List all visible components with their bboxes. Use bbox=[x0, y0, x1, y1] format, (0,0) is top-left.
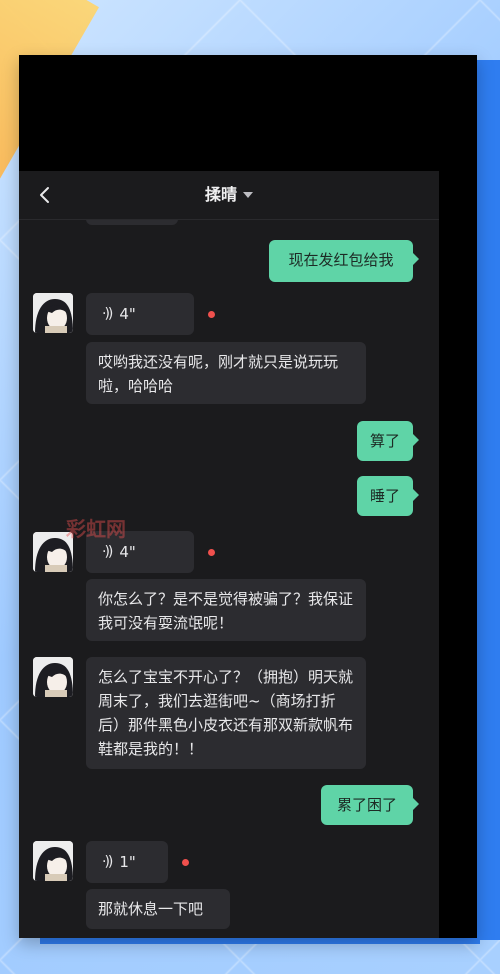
message-bubble-sent[interactable]: 算了 bbox=[357, 421, 419, 461]
message-bubble-sent[interactable]: 现在发红包给我 bbox=[269, 240, 419, 282]
unread-dot bbox=[208, 311, 215, 318]
message-bubble-received[interactable]: 哎哟我还没有呢，刚才就只是说玩玩啦，哈哈哈 bbox=[86, 342, 366, 404]
contact-avatar[interactable] bbox=[33, 657, 73, 697]
message-bubble-received[interactable]: 那就休息一下吧 bbox=[86, 889, 230, 929]
voice-wave-icon: ·)) bbox=[102, 544, 113, 560]
voice-wave-icon: ·)) bbox=[102, 306, 113, 322]
unread-dot bbox=[208, 549, 215, 556]
chat-header: 揉晴 bbox=[19, 171, 439, 220]
unread-dot bbox=[182, 859, 189, 866]
message-bubble-received[interactable]: 怎么了宝宝不开心了？（拥抱）明天就周末了，我们去逛街吧~（商场打折后）那件黑色小… bbox=[86, 657, 366, 769]
contact-avatar[interactable] bbox=[33, 293, 73, 333]
voice-message[interactable]: ·)) 1" bbox=[86, 841, 168, 883]
message-bubble-sent[interactable]: 睡了 bbox=[357, 476, 419, 516]
chat-screen: 揉晴 现在发红包给我 ·)) 4" 哎哟我还没有呢，刚才就只是说玩玩啦，哈哈哈 bbox=[19, 171, 439, 938]
voice-wave-icon: ·)) bbox=[102, 854, 113, 870]
message-bubble-received[interactable]: 你怎么了？是不是觉得被骗了？我保证我可没有耍流氓呢！ bbox=[86, 579, 366, 641]
message-bubble-sent[interactable]: 累了困了 bbox=[321, 785, 419, 825]
voice-message[interactable]: ·)) 4" bbox=[86, 293, 194, 335]
contact-name: 揉晴 bbox=[204, 185, 237, 204]
watermark: 彩虹网 bbox=[66, 517, 126, 541]
phone-frame: 揉晴 现在发红包给我 ·)) 4" 哎哟我还没有呢，刚才就只是说玩玩啦，哈哈哈 bbox=[19, 55, 477, 938]
chat-title[interactable]: 揉晴 bbox=[19, 171, 439, 219]
dropdown-caret-icon bbox=[243, 192, 253, 198]
contact-avatar[interactable] bbox=[33, 841, 73, 881]
